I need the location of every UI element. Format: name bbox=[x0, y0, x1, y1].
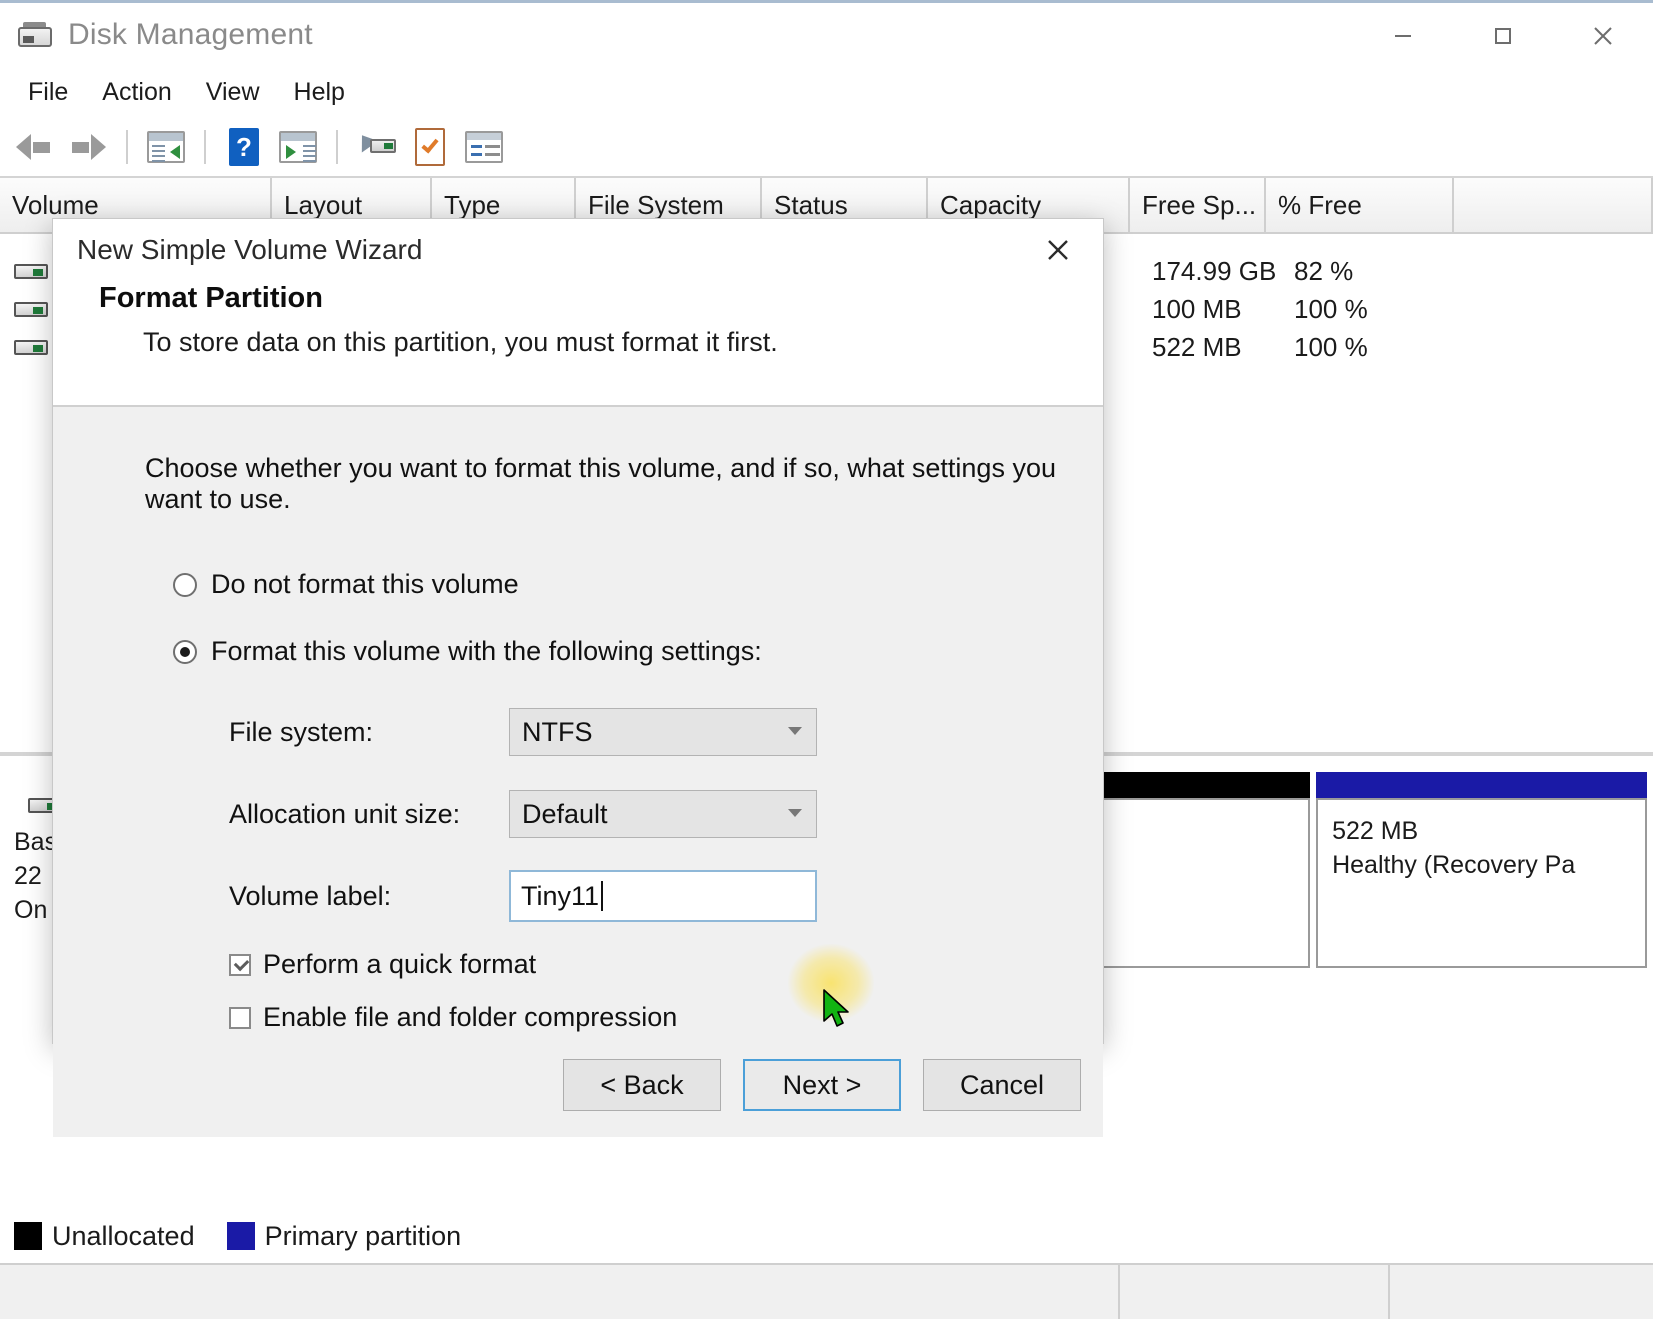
partition-box bbox=[1099, 798, 1311, 968]
wizard-footer: < Back Next > Cancel bbox=[53, 1033, 1103, 1137]
field-volume-label: Volume label: Tiny11 bbox=[229, 865, 1103, 927]
status-bar-cell bbox=[1120, 1265, 1390, 1319]
radio-label: Format this volume with the following se… bbox=[211, 636, 762, 666]
recovery-partition[interactable]: 522 MB Healthy (Recovery Pa bbox=[1316, 772, 1647, 1002]
help-icon[interactable]: ? bbox=[218, 123, 270, 171]
window-controls bbox=[1353, 3, 1653, 69]
format-settings-fields: File system: NTFS Allocation unit size: … bbox=[229, 701, 1103, 927]
status-bar-cell bbox=[0, 1265, 1120, 1319]
close-icon[interactable] bbox=[1021, 219, 1095, 281]
radio-indicator bbox=[173, 572, 197, 597]
check-disk-icon[interactable] bbox=[404, 123, 456, 171]
cell-percent-free: 82 % bbox=[1294, 255, 1354, 286]
back-icon[interactable] bbox=[8, 123, 60, 171]
volume-label-value: Tiny11 bbox=[521, 880, 600, 911]
rescan-disks-icon[interactable] bbox=[350, 123, 402, 171]
column-header-percent-free[interactable]: % Free bbox=[1266, 178, 1454, 232]
toolbar-separator bbox=[204, 130, 206, 164]
menu-item-view[interactable]: View bbox=[192, 74, 274, 111]
toolbar: ? bbox=[0, 118, 1653, 178]
minimize-button[interactable] bbox=[1353, 3, 1453, 69]
radio-indicator bbox=[173, 639, 197, 664]
next-button[interactable]: Next > bbox=[743, 1059, 901, 1111]
chevron-down-icon bbox=[788, 727, 802, 735]
disk-management-window: Disk Management File Action View Help ? … bbox=[0, 0, 1653, 1319]
wizard-header: Format Partition To store data on this p… bbox=[53, 281, 1103, 405]
cell-free-space: 522 MB bbox=[1152, 331, 1242, 362]
window-title: Disk Management bbox=[68, 17, 313, 51]
volume-icon bbox=[14, 339, 48, 355]
cancel-button[interactable]: Cancel bbox=[923, 1059, 1081, 1111]
file-system-value: NTFS bbox=[522, 716, 593, 747]
checkbox-label: Perform a quick format bbox=[263, 949, 537, 979]
legend: Unallocated Primary partition bbox=[0, 1209, 1653, 1263]
forward-icon[interactable] bbox=[62, 123, 114, 171]
allocation-unit-size-value: Default bbox=[522, 798, 608, 829]
cell-free-space: 174.99 GB bbox=[1152, 255, 1277, 286]
details-list-icon[interactable] bbox=[458, 123, 510, 171]
column-header-spacer[interactable] bbox=[1454, 178, 1653, 232]
checkbox-indicator bbox=[229, 953, 251, 976]
menu-item-help[interactable]: Help bbox=[280, 74, 359, 111]
field-allocation-unit-size: Allocation unit size: Default bbox=[229, 783, 1103, 845]
chevron-down-icon bbox=[788, 809, 802, 817]
partition-status: Healthy (Recovery Pa bbox=[1332, 851, 1576, 879]
cell-percent-free: 100 % bbox=[1294, 293, 1368, 324]
field-label: File system: bbox=[229, 716, 374, 747]
volume-label-input[interactable]: Tiny11 bbox=[509, 870, 817, 922]
wizard-body: Choose whether you want to format this v… bbox=[53, 407, 1103, 1033]
new-simple-volume-wizard-dialog: New Simple Volume Wizard Format Partitio… bbox=[52, 218, 1104, 1137]
toolbar-separator bbox=[336, 130, 338, 164]
text-caret bbox=[601, 881, 604, 911]
allocation-unit-size-select[interactable]: Default bbox=[509, 790, 817, 838]
menu-item-file[interactable]: File bbox=[14, 74, 82, 111]
volume-icon bbox=[14, 301, 48, 317]
checkbox-label: Enable file and folder compression bbox=[263, 1002, 678, 1032]
menu-bar: File Action View Help bbox=[0, 66, 1653, 118]
wizard-title-bar: New Simple Volume Wizard bbox=[53, 219, 1103, 281]
disk-management-icon bbox=[18, 21, 52, 49]
partition-cap-bar bbox=[1099, 772, 1311, 798]
show-action-pane-icon[interactable] bbox=[272, 123, 324, 171]
checkbox-perform-quick-format[interactable]: Perform a quick format bbox=[229, 949, 1103, 980]
partition-cap-bar bbox=[1316, 772, 1647, 798]
maximize-button[interactable] bbox=[1453, 3, 1553, 69]
wizard-heading: Format Partition bbox=[99, 282, 323, 314]
legend-swatch-primary-partition bbox=[226, 1222, 255, 1250]
partition-size: 522 MB bbox=[1332, 817, 1419, 845]
toolbar-separator bbox=[126, 130, 128, 164]
checkbox-enable-compression[interactable]: Enable file and folder compression bbox=[229, 1002, 1103, 1033]
status-bar bbox=[0, 1263, 1653, 1319]
wizard-title: New Simple Volume Wizard bbox=[77, 234, 423, 265]
unallocated-partition[interactable] bbox=[1099, 772, 1311, 1002]
file-system-select[interactable]: NTFS bbox=[509, 708, 817, 756]
partition-box: 522 MB Healthy (Recovery Pa bbox=[1316, 798, 1647, 968]
field-label: Volume label: bbox=[229, 880, 392, 911]
field-file-system: File system: NTFS bbox=[229, 701, 1103, 763]
cell-percent-free: 100 % bbox=[1294, 331, 1368, 362]
back-button[interactable]: < Back bbox=[563, 1059, 721, 1111]
title-bar: Disk Management bbox=[0, 0, 1653, 66]
field-label: Allocation unit size: bbox=[229, 798, 461, 829]
column-header-free-space[interactable]: Free Sp... bbox=[1130, 178, 1266, 232]
menu-item-action[interactable]: Action bbox=[88, 74, 185, 111]
radio-format-volume[interactable]: Format this volume with the following se… bbox=[173, 636, 1103, 667]
cell-free-space: 100 MB bbox=[1152, 293, 1242, 324]
checkbox-indicator bbox=[229, 1006, 251, 1029]
legend-swatch-unallocated bbox=[14, 1222, 42, 1250]
legend-label-unallocated: Unallocated bbox=[52, 1220, 195, 1251]
close-button[interactable] bbox=[1553, 3, 1653, 69]
wizard-subheading: To store data on this partition, you mus… bbox=[143, 327, 778, 357]
legend-label-primary-partition: Primary partition bbox=[264, 1220, 462, 1251]
volume-icon bbox=[14, 263, 48, 279]
radio-do-not-format[interactable]: Do not format this volume bbox=[173, 569, 1103, 600]
wizard-intro-text: Choose whether you want to format this v… bbox=[145, 453, 1056, 514]
properties-window-icon[interactable] bbox=[140, 123, 192, 171]
radio-label: Do not format this volume bbox=[211, 569, 519, 599]
